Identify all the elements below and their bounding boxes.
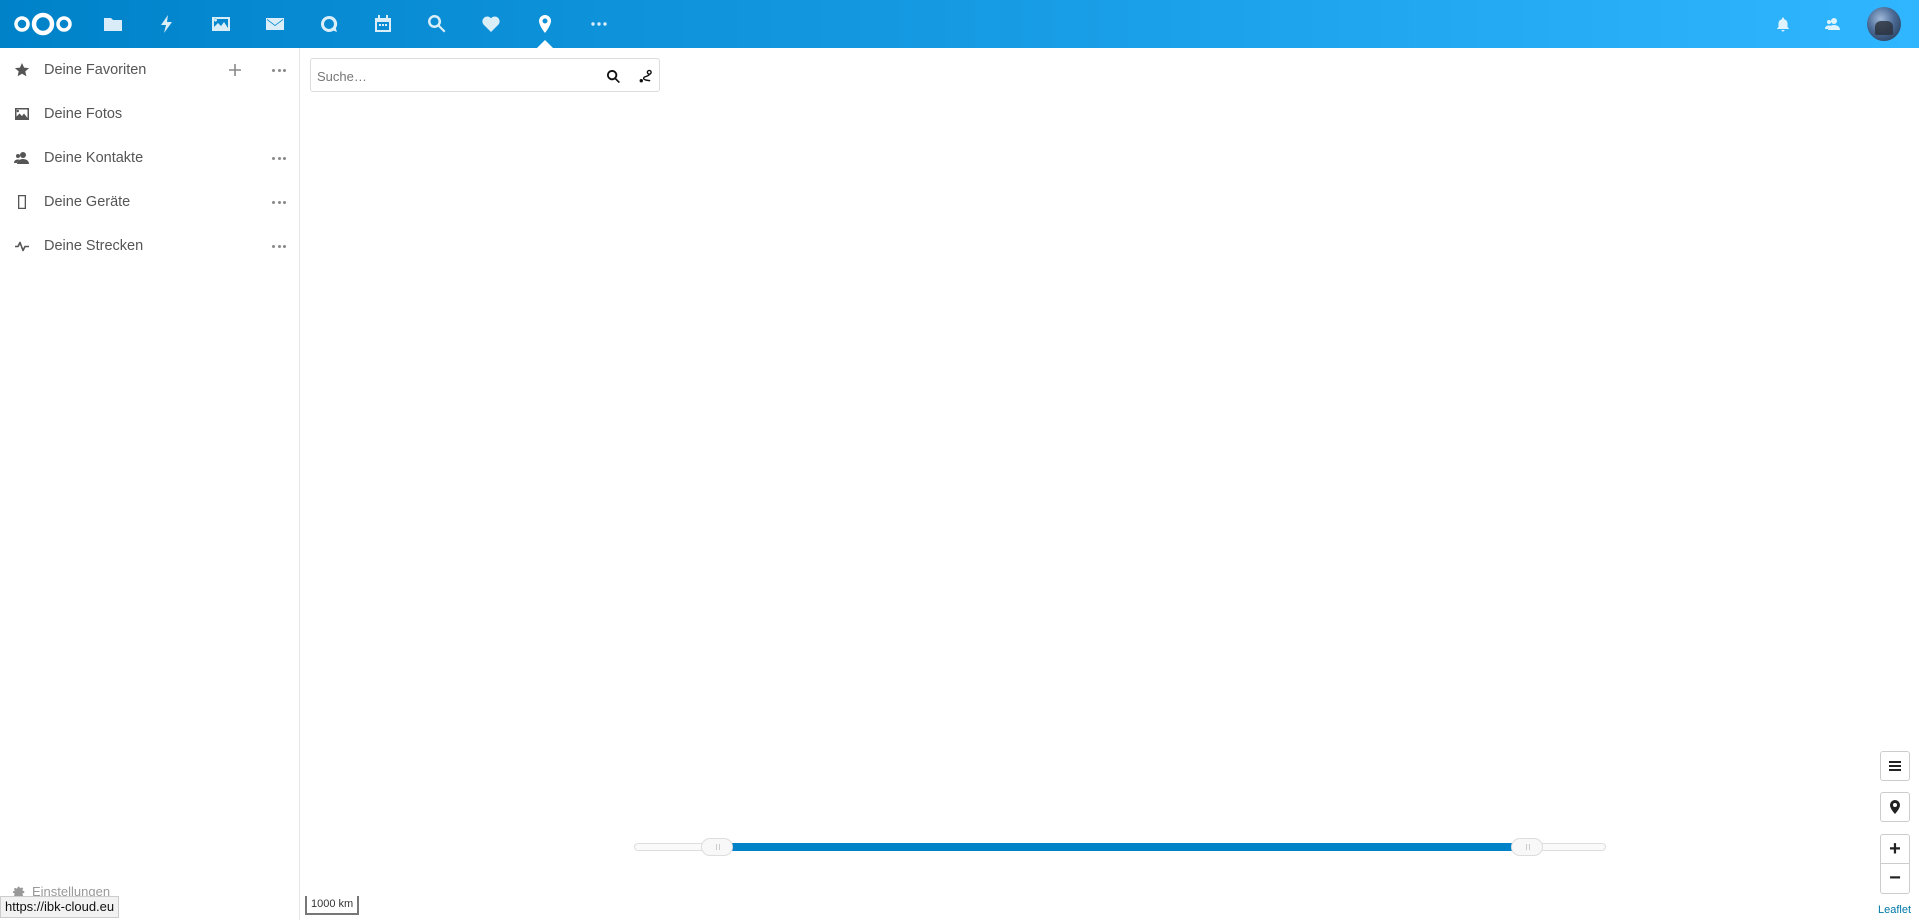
- calendar-icon: [375, 15, 391, 32]
- map-marker-icon: [1890, 800, 1900, 814]
- layers-menu-button[interactable]: [1880, 751, 1910, 781]
- track-icon: [12, 236, 32, 256]
- activity-app-icon[interactable]: [154, 12, 180, 36]
- sidebar-item-contacts[interactable]: Deine Kontakte: [0, 136, 300, 180]
- photos-app-icon[interactable]: [208, 12, 234, 36]
- sidebar-item-label: Deine Geräte: [44, 194, 131, 210]
- time-range-start-handle[interactable]: [701, 838, 734, 856]
- image-icon: [212, 17, 230, 31]
- search-input[interactable]: [317, 63, 589, 89]
- sidebar-item-tracks[interactable]: Deine Strecken: [0, 224, 300, 268]
- search-app-icon[interactable]: [424, 12, 450, 36]
- sidebar-item-label: Deine Fotos: [44, 106, 123, 122]
- folder-icon: [104, 18, 122, 31]
- tracks-more-button[interactable]: [268, 235, 290, 257]
- time-range-selection: [717, 843, 1528, 851]
- heart-icon: [482, 16, 500, 32]
- add-favorite-button[interactable]: [224, 59, 246, 81]
- star-icon: [12, 60, 32, 80]
- chat-icon: [320, 15, 338, 32]
- files-app-icon[interactable]: [100, 12, 126, 36]
- active-app-indicator: [537, 40, 553, 48]
- sidebar-item-devices[interactable]: Deine Geräte: [0, 180, 300, 224]
- plus-icon: [229, 64, 241, 76]
- lightning-icon: [161, 15, 172, 33]
- top-header: [0, 0, 1919, 48]
- sidebar-item-label: Deine Kontakte: [44, 150, 144, 166]
- leaflet-attribution-link[interactable]: Leaflet: [1878, 904, 1911, 916]
- status-bar-url: https://ibk-cloud.eu: [0, 896, 120, 918]
- favorites-more-button[interactable]: [268, 59, 290, 81]
- route-button[interactable]: [635, 66, 655, 86]
- search-submit-button[interactable]: [603, 66, 623, 86]
- route-icon: [639, 69, 652, 82]
- hamburger-icon: [1889, 761, 1901, 771]
- sidebar-item-photos[interactable]: Deine Fotos: [0, 92, 300, 136]
- sidebar-item-label: Deine Favoriten: [44, 62, 147, 78]
- zoom-in-button[interactable]: +: [1881, 835, 1909, 864]
- map-scale: 1000 km: [305, 896, 360, 915]
- zoom-out-button[interactable]: −: [1881, 864, 1909, 893]
- contacts-more-button[interactable]: [268, 147, 290, 169]
- zoom-control: + −: [1880, 834, 1910, 894]
- magnify-icon: [428, 14, 446, 33]
- contacts-icon: [1825, 18, 1840, 30]
- more-apps-icon[interactable]: [586, 12, 612, 36]
- app-navigation: Deine Favoriten Deine Fotos Deine Kontak…: [0, 48, 300, 920]
- sidebar-item-label: Deine Strecken: [44, 238, 144, 254]
- more-icon: [591, 22, 607, 26]
- time-range-end-handle[interactable]: [1511, 838, 1544, 856]
- talk-app-icon[interactable]: [316, 12, 342, 36]
- phone-icon: [12, 192, 32, 212]
- search-icon: [606, 69, 620, 83]
- contacts-menu-button[interactable]: [1821, 12, 1845, 36]
- nextcloud-logo[interactable]: [12, 9, 74, 39]
- image-icon: [12, 104, 32, 124]
- mail-icon: [266, 18, 284, 30]
- sidebar-item-favorites[interactable]: Deine Favoriten: [0, 48, 300, 92]
- time-range-slider[interactable]: [634, 838, 1606, 856]
- devices-more-button[interactable]: [268, 191, 290, 213]
- mail-app-icon[interactable]: [262, 12, 288, 36]
- map-marker-icon: [539, 15, 551, 33]
- favorites-app-icon[interactable]: [478, 12, 504, 36]
- locate-me-button[interactable]: [1880, 792, 1910, 822]
- bell-icon: [1777, 17, 1789, 32]
- user-avatar[interactable]: [1867, 7, 1901, 41]
- maps-app-icon[interactable]: [532, 12, 558, 36]
- contacts-icon: [12, 148, 32, 168]
- calendar-app-icon[interactable]: [370, 12, 396, 36]
- notifications-button[interactable]: [1771, 12, 1795, 36]
- map-search-box: [310, 58, 660, 92]
